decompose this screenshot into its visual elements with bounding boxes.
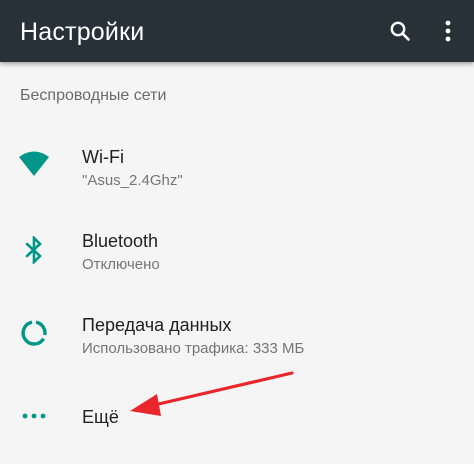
- more-horiz-icon: [14, 396, 54, 436]
- more-vert-icon: [445, 20, 451, 42]
- data-usage-icon: [14, 313, 54, 353]
- data-usage-title: Передача данных: [82, 315, 232, 335]
- wifi-title: Wi-Fi: [82, 147, 124, 167]
- settings-item-wifi[interactable]: Wi-Fi "Asus_2.4Ghz": [0, 130, 474, 202]
- settings-item-data-usage[interactable]: Передача данных Использовано трафика: 33…: [0, 305, 474, 377]
- settings-item-more[interactable]: Ещё: [0, 392, 474, 464]
- data-usage-subtitle: Использовано трафика: 333 МБ: [82, 340, 305, 357]
- search-button[interactable]: [380, 11, 420, 51]
- wifi-icon: [14, 144, 54, 184]
- more-options-button[interactable]: [428, 11, 468, 51]
- wifi-subtitle: "Asus_2.4Ghz": [82, 172, 183, 189]
- divider: [0, 66, 474, 67]
- section-header-wireless: Беспроводные сети: [20, 87, 167, 104]
- settings-item-bluetooth[interactable]: Bluetooth Отключено: [0, 220, 474, 292]
- more-title: Ещё: [82, 407, 119, 427]
- app-bar: Настройки: [0, 0, 474, 62]
- bluetooth-subtitle: Отключено: [82, 256, 160, 273]
- search-icon: [390, 21, 410, 41]
- bluetooth-icon: [14, 230, 54, 270]
- page-title: Настройки: [20, 18, 145, 46]
- bluetooth-title: Bluetooth: [82, 231, 159, 251]
